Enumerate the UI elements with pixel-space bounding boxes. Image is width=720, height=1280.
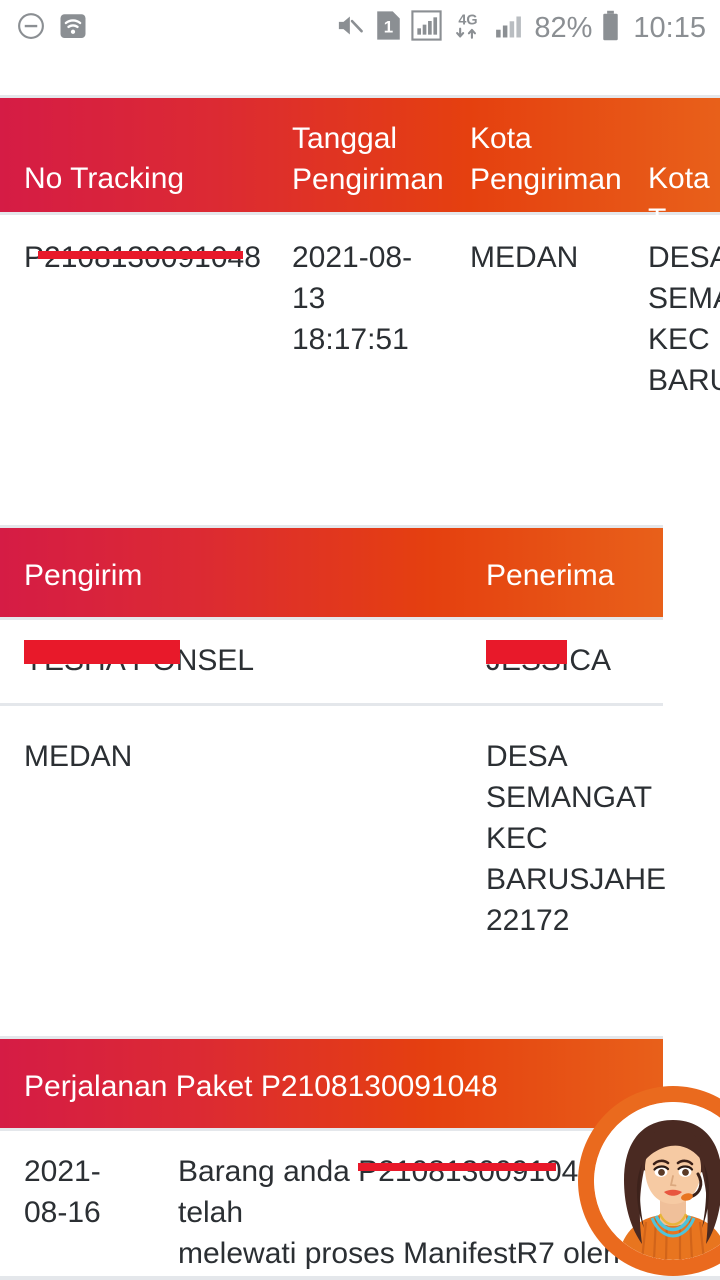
journey-row-description: Barang anda P2108130091048 telah melewat… [178, 1155, 620, 1270]
status-bar-left [16, 11, 88, 46]
cell-kota-tujuan: DESA SEMA KEC BARU [648, 241, 720, 397]
signal-box-icon [411, 10, 443, 46]
battery-percent-label: 82% [534, 11, 593, 44]
party-table: Pengirim Penerima YESHA PONSEL JESSICA M… [0, 525, 720, 1036]
shipment-table-row: P2108130091048 2021-08- 13 18:17:51 MEDA… [0, 215, 720, 525]
party-table-header-row: Pengirim Penerima [0, 525, 663, 620]
bottom-edge-divider [0, 1276, 720, 1280]
cell-penerima-name: JESSICA [486, 644, 612, 677]
mute-icon [335, 10, 366, 46]
svg-text:1: 1 [384, 18, 393, 37]
shipment-table: No Tracking Tanggal Pengiriman Kota Peng… [0, 95, 720, 525]
column-header-pengirim[interactable]: Pengirim [24, 555, 142, 596]
customer-service-widget[interactable] [578, 1086, 720, 1276]
cell-penerima-address: DESA SEMANGAT KEC BARUSJAHE 22172 [486, 740, 667, 937]
status-bar-right: 1 4G 82% 10:15 [335, 10, 706, 47]
battery-icon [601, 10, 620, 46]
shipment-table-header-row: No Tracking Tanggal Pengiriman Kota Peng… [0, 95, 720, 236]
4g-data-icon: 4G [451, 10, 485, 47]
column-header-no-tracking[interactable]: No Tracking [24, 158, 184, 199]
cell-no-tracking: P2108130091048 [24, 241, 261, 274]
avatar-illustration [594, 1102, 720, 1260]
party-table-body: YESHA PONSEL JESSICA MEDAN DESA SEMANGAT… [0, 620, 720, 1036]
journey-table-header: Perjalanan Paket P2108130091048 [0, 1036, 663, 1131]
party-table-row-cities: MEDAN DESA SEMANGAT KEC BARUSJAHE 22172 [0, 706, 720, 1036]
svg-text:4G: 4G [459, 12, 478, 28]
status-bar: 1 4G 82% 10:15 [0, 0, 720, 56]
cell-kota-pengiriman: MEDAN [470, 241, 579, 274]
sim-1-icon: 1 [375, 10, 402, 46]
column-header-penerima[interactable]: Penerima [486, 555, 614, 596]
journey-row-date: 2021- 08-16 [24, 1155, 101, 1229]
wifi-icon [58, 11, 88, 46]
cell-pengirim-city: MEDAN [24, 740, 133, 773]
column-header-kota-pengiriman[interactable]: Kota Pengiriman [470, 118, 622, 200]
column-header-tanggal-pengiriman[interactable]: Tanggal Pengiriman [292, 118, 444, 200]
cell-tanggal-pengiriman: 2021-08- 13 18:17:51 [292, 241, 413, 356]
clock-label: 10:15 [633, 11, 706, 44]
cell-pengirim-name: YESHA PONSEL [24, 644, 255, 677]
customer-service-avatar[interactable] [594, 1102, 720, 1260]
party-table-row-names: YESHA PONSEL JESSICA [0, 620, 720, 706]
signal-bars-icon [494, 10, 525, 46]
do-not-disturb-icon [16, 11, 46, 46]
journey-title: Perjalanan Paket P2108130091048 [24, 1070, 498, 1103]
